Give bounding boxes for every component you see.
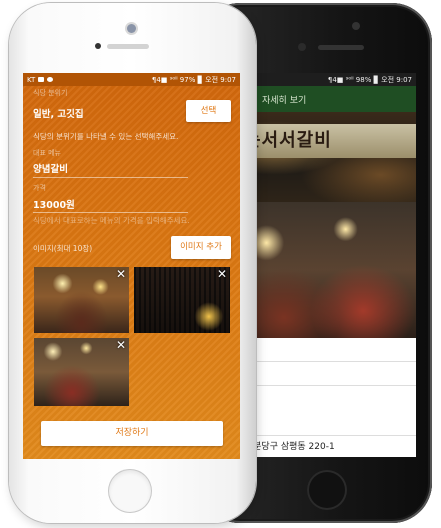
back-address: 시 분당구 삼평동 220-1 [240,435,416,457]
menu-input[interactable]: 양념갈비 [33,161,68,175]
back-app-bar: 자세히 보기 [240,86,416,112]
menu-input-underline [33,177,188,178]
back-phone-home-button [307,470,347,510]
back-app-bar-title: 자세히 보기 [262,95,307,106]
status-bar: KT ¶4■ ⁹⁰ˡˡ 97% ▊ 오전 9:07 [23,73,240,86]
back-detail-screen: ¶4■ ⁹⁰ˡˡ 98% ▊ 오전 9:07 자세히 보기 는서서갈비 시 분당… [240,73,416,457]
image-thumbnail[interactable]: ✕ [34,267,129,333]
image-thumbnail[interactable]: ✕ [134,267,230,333]
front-phone-sensor [95,43,101,49]
menu-label: 대표 메뉴 [33,149,61,157]
back-info-row [240,362,416,386]
front-phone-home-button [109,470,151,512]
restaurant-edit-screen: KT ¶4■ ⁹⁰ˡˡ 97% ▊ 오전 9:07 식당 분위기 일반, 고깃집… [23,73,240,459]
price-input[interactable]: 13000원 [33,197,75,211]
back-status-bar: ¶4■ ⁹⁰ˡˡ 98% ▊ 오전 9:07 [240,73,416,86]
category-label: 식당 분위기 [33,89,68,97]
restaurant-interior-photo[interactable] [240,202,416,338]
back-phone-speaker [318,45,364,50]
price-input-underline [33,212,188,213]
remove-image-icon[interactable]: ✕ [115,339,127,351]
chat-notification-icon [47,77,54,82]
category-select-button[interactable]: 선택 [186,100,231,122]
carrier-label: KT [27,75,36,84]
image-thumbnail[interactable]: ✕ [34,338,129,406]
back-phone-camera [298,43,306,51]
back-phone-sensor [352,22,360,30]
save-button[interactable]: 저장하기 [41,421,223,446]
price-hint: 식당에서 대표로하는 메뉴의 가격을 입력해주세요. [33,216,190,225]
price-label: 가격 [33,184,46,192]
status-right-text: ¶4■ ⁹⁰ˡˡ 97% ▊ 오전 9:07 [151,75,236,84]
front-phone-camera [127,24,136,33]
images-label: 이미지(최대 10장) [33,244,93,253]
restaurant-sign-text: 는서서갈비 [240,124,416,158]
image-notification-icon [38,77,45,82]
remove-image-icon[interactable]: ✕ [216,268,228,280]
category-value: 일반, 고깃집 [33,109,84,120]
back-info-row [240,338,416,362]
back-status-text: ¶4■ ⁹⁰ˡˡ 98% ▊ 오전 9:07 [327,75,412,84]
add-image-button[interactable]: 이미지 추가 [171,236,231,259]
category-hint: 식당의 분위기를 나타낼 수 있는 선택해주세요. [33,132,179,141]
remove-image-icon[interactable]: ✕ [115,268,127,280]
front-phone-speaker [107,44,149,49]
restaurant-sign-photo[interactable]: 는서서갈비 [240,112,416,202]
